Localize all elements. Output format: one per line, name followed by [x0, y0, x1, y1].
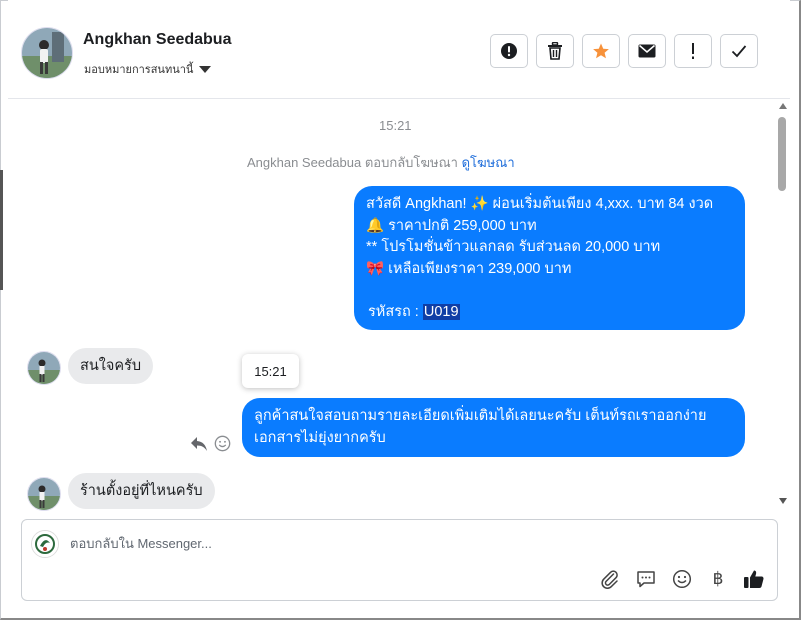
message-line: สวัสดี Angkhan! ✨ ผ่อนเริ่มต้นเพียง 4,xx… — [366, 196, 714, 212]
scrollbar-thumb[interactable] — [778, 117, 786, 191]
message-line: ลูกค้าสนใจสอบถามรายละเอียดเพิ่มเติมได้เล… — [254, 408, 707, 424]
spam-button[interactable] — [490, 34, 528, 68]
like-button[interactable] — [743, 568, 765, 590]
paperclip-icon — [601, 570, 618, 589]
star-icon — [593, 43, 609, 59]
message-line: เอกสารไม่ยุ่งยากครับ — [254, 429, 386, 446]
mark-done-button[interactable] — [720, 34, 758, 68]
outgoing-message[interactable]: สวัสดี Angkhan! ✨ ผ่อนเริ่มต้นเพียง 4,xx… — [354, 186, 745, 330]
follow-up-button[interactable] — [674, 34, 712, 68]
delete-button[interactable] — [536, 34, 574, 68]
scroll-up-arrow-icon[interactable] — [779, 103, 787, 109]
message-hover-actions — [190, 435, 231, 452]
attach-button[interactable] — [599, 568, 621, 590]
thread-scrollbar[interactable] — [776, 99, 790, 512]
chat-bubble-icon — [637, 571, 655, 588]
star-button[interactable] — [582, 34, 620, 68]
smiley-icon — [672, 569, 692, 589]
chevron-down-icon — [199, 65, 212, 73]
tooltip-time: 15:21 — [254, 363, 287, 379]
view-ad-link[interactable]: ดูโฆษณา — [462, 155, 515, 170]
exclamation-icon — [692, 43, 694, 59]
incoming-message[interactable]: สนใจครับ — [68, 348, 154, 384]
assign-label: มอบหมายการสนทนานี้ — [84, 64, 194, 76]
contact-avatar-small[interactable] — [27, 351, 61, 385]
message-line: 🎀 เหลือเพียงราคา 239,000 บาท — [366, 260, 572, 277]
message-line: 🔔 ราคาปกติ 259,000 บาท — [366, 217, 537, 234]
react-smiley-icon[interactable] — [214, 435, 231, 452]
contact-avatar-small[interactable] — [27, 477, 61, 511]
envelope-icon — [638, 44, 656, 58]
composer-toolbar: ฿ — [599, 568, 765, 590]
saved-replies-button[interactable] — [635, 568, 657, 590]
car-code-label: รหัสรถ : — [368, 303, 423, 320]
trash-icon — [548, 42, 562, 60]
check-icon — [731, 45, 747, 58]
contact-avatar[interactable] — [21, 27, 73, 79]
header-actions — [490, 34, 758, 68]
assign-conversation-dropdown[interactable]: มอบหมายการสนทนานี้ — [84, 60, 212, 78]
incoming-message[interactable]: ร้านตั้งอยู่ที่ไหนครับ — [68, 473, 215, 509]
reply-input[interactable] — [70, 534, 670, 553]
mark-unread-button[interactable] — [628, 34, 666, 68]
emoji-button[interactable] — [671, 568, 693, 590]
page-avatar — [31, 530, 59, 558]
outgoing-message[interactable]: ลูกค้าสนใจสอบถามรายละเอียดเพิ่มเติมได้เล… — [242, 398, 745, 457]
reply-icon[interactable] — [190, 436, 208, 452]
message-thread: 15:21 Angkhan Seedabua ตอบกลับโฆษณา ดูโฆ… — [8, 99, 776, 512]
contact-name: Angkhan Seedabua — [83, 31, 232, 48]
time-tooltip: 15:21 — [242, 354, 299, 388]
message-line: ** โปรโมชั่นข้าวแลกลด รับส่วนลด 20,000 บ… — [366, 239, 661, 255]
baht-icon[interactable]: ฿ — [707, 568, 729, 590]
reply-composer: ฿ — [21, 519, 778, 601]
alert-circle-icon — [501, 43, 517, 59]
conversation-header: Angkhan Seedabua มอบหมายการสนทนานี้ — [8, 0, 790, 99]
ad-reply-notice: Angkhan Seedabua ตอบกลับโฆษณา ดูโฆษณา — [247, 152, 515, 173]
scroll-down-arrow-icon[interactable] — [779, 498, 787, 504]
message-timestamp: 15:21 — [379, 118, 412, 133]
car-code-value: U019 — [422, 303, 460, 320]
thumbs-up-icon — [744, 570, 764, 588]
left-edge-bar — [0, 170, 3, 290]
ad-reply-text: Angkhan Seedabua ตอบกลับโฆษณา — [247, 155, 458, 170]
